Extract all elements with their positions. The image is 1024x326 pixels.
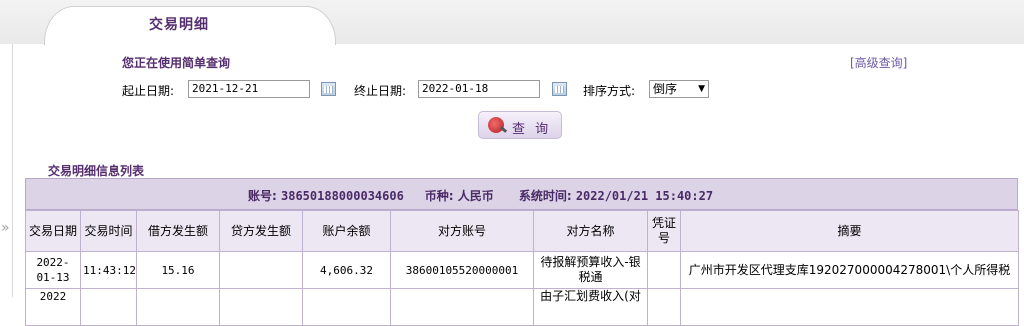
transaction-table: 交易日期 交易时间 借方发生额 贷方发生额 账户余额 对方账号 对方名称 凭证号… <box>25 210 1019 326</box>
system-time-label: 系统时间: <box>518 189 572 203</box>
column-header[interactable]: 对方名称 <box>533 210 648 252</box>
column-header[interactable]: 贷方发生额 <box>219 210 303 252</box>
top-tab-bar: 交易明细 <box>0 0 1024 45</box>
currency-label: 币种: <box>424 189 454 203</box>
end-date-input[interactable]: 2022-01-18 <box>418 80 540 98</box>
account-label: 账号: <box>248 189 277 203</box>
cell-counter-account <box>390 288 534 326</box>
end-date-label: 终止日期: <box>354 84 407 98</box>
column-header[interactable]: 对方账号 <box>390 210 534 252</box>
account-summary-bar: 账号: 38650188000034606 币种: 人民币 系统时间: 2022… <box>25 178 1018 210</box>
double-chevron-right-icon[interactable]: » <box>1 220 10 236</box>
column-header[interactable]: 交易时间 <box>80 210 137 252</box>
account-summary: 账号: 38650188000034606 币种: 人民币 系统时间: 2022… <box>248 187 713 204</box>
system-time-value: 2022/01/21 15:40:27 <box>575 189 714 203</box>
cell-counter-account: 38600105520000001 <box>390 251 534 289</box>
cell-date: 2022 <box>25 288 81 326</box>
column-header[interactable]: 交易日期 <box>25 210 81 252</box>
calendar-icon[interactable] <box>552 82 567 96</box>
tab-title: 交易明细 <box>149 17 209 33</box>
column-header[interactable]: 摘要 <box>680 210 1019 252</box>
currency-value: 人民币 <box>457 189 494 203</box>
cell-balance: 4,606.32 <box>302 251 391 289</box>
cell-counter-name: 待报解预算收入-银税通 <box>533 251 648 289</box>
cell-counter-name: 由子汇划费收入(对 <box>533 288 648 326</box>
cell-date: 2022-01-13 <box>25 251 81 289</box>
list-title: 交易明细信息列表 <box>48 164 145 178</box>
table-row[interactable]: 2022 由子汇划费收入(对 <box>25 288 1019 326</box>
table-row[interactable]: 2022-01-13 11:43:12 15.16 4,606.32 38600… <box>25 251 1019 289</box>
cell-time <box>80 288 137 326</box>
cell-credit <box>219 288 303 326</box>
cell-memo: 广州市开发区代理支库192027000004278001\个人所得税 <box>680 251 1019 289</box>
cell-debit <box>136 288 220 326</box>
start-date-label: 起止日期: <box>122 84 175 98</box>
chevron-down-icon: ▼ <box>698 84 705 94</box>
table-header-row: 交易日期 交易时间 借方发生额 贷方发生额 账户余额 对方账号 对方名称 凭证号… <box>25 210 1019 252</box>
query-button-label: 查 询 <box>512 122 552 137</box>
sort-order-value: 倒序 <box>653 82 678 96</box>
cell-credit <box>219 251 303 289</box>
advanced-query-link[interactable]: [高级查询] <box>850 54 907 71</box>
simple-query-title: 您正在使用简单查询 <box>122 56 231 70</box>
column-header[interactable]: 账户余额 <box>302 210 391 252</box>
column-header[interactable]: 凭证号 <box>647 210 681 252</box>
account-number: 38650188000034606 <box>281 189 404 203</box>
calendar-icon[interactable] <box>321 82 336 96</box>
cell-balance <box>302 288 391 326</box>
cell-debit: 15.16 <box>136 251 220 289</box>
sort-order-select[interactable]: 倒序 ▼ <box>649 80 709 98</box>
cell-voucher <box>647 288 681 326</box>
query-button[interactable]: 查 询 <box>478 111 562 139</box>
sort-order-label: 排序方式: <box>583 84 636 98</box>
cell-memo <box>680 288 1019 326</box>
start-date-input[interactable]: 2021-12-21 <box>188 80 310 98</box>
cell-time: 11:43:12 <box>80 251 137 289</box>
left-divider <box>12 44 13 297</box>
globe-search-icon <box>488 117 504 133</box>
column-header[interactable]: 借方发生额 <box>136 210 220 252</box>
cell-voucher <box>647 251 681 289</box>
